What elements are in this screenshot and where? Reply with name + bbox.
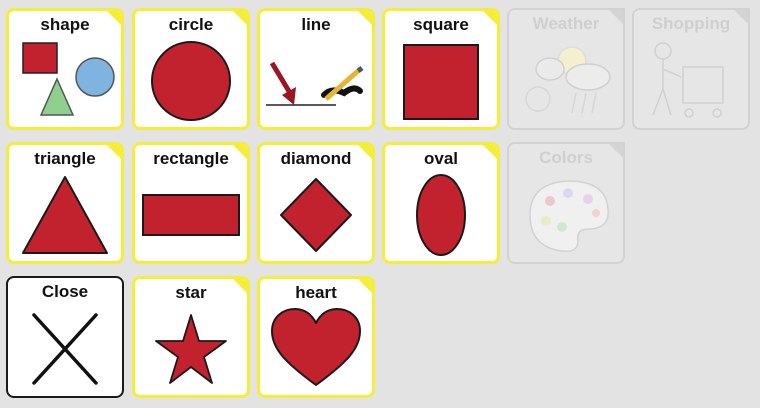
tile-diamond[interactable]: diamond bbox=[257, 142, 375, 264]
diamond-icon bbox=[260, 171, 372, 257]
tile-shape[interactable]: shape bbox=[6, 8, 124, 130]
heart-icon bbox=[260, 305, 372, 391]
folder-colors[interactable]: Colors bbox=[507, 142, 625, 264]
tile-label: diamond bbox=[280, 149, 352, 168]
tile-oval[interactable]: oval bbox=[382, 142, 500, 264]
shopping-cart-icon bbox=[634, 36, 748, 124]
tile-triangle[interactable]: triangle bbox=[6, 142, 124, 264]
oval-icon bbox=[385, 171, 497, 257]
tile-label: Weather bbox=[532, 14, 600, 33]
circle-icon bbox=[135, 37, 247, 123]
tile-heart[interactable]: heart bbox=[257, 276, 375, 398]
close-icon bbox=[8, 304, 122, 392]
weather-icon bbox=[509, 36, 623, 124]
tile-label: rectangle bbox=[153, 149, 229, 168]
tile-label: triangle bbox=[34, 149, 96, 168]
tile-label: star bbox=[175, 283, 207, 302]
tile-label: square bbox=[413, 15, 469, 34]
tile-rectangle[interactable]: rectangle bbox=[132, 142, 250, 264]
paint-palette-icon bbox=[509, 170, 623, 258]
tile-label: shape bbox=[40, 15, 90, 34]
folder-shopping[interactable]: Shopping bbox=[632, 8, 750, 130]
tile-label: line bbox=[301, 15, 331, 34]
star-icon bbox=[135, 305, 247, 391]
tile-label: oval bbox=[423, 149, 459, 168]
close-button[interactable]: Close bbox=[6, 276, 124, 398]
tile-label: Shopping bbox=[651, 14, 731, 33]
tile-label: heart bbox=[295, 283, 337, 302]
tile-square[interactable]: square bbox=[382, 8, 500, 130]
tile-label: circle bbox=[168, 15, 214, 34]
folder-weather[interactable]: Weather bbox=[507, 8, 625, 130]
shapes-icon bbox=[9, 37, 121, 123]
tile-star[interactable]: star bbox=[132, 276, 250, 398]
tile-label: Close bbox=[41, 282, 89, 301]
square-icon bbox=[385, 37, 497, 123]
tile-label: Colors bbox=[539, 148, 593, 167]
line-drawing-icon bbox=[260, 37, 372, 123]
rectangle-icon bbox=[135, 171, 247, 257]
tile-line[interactable]: line bbox=[257, 8, 375, 130]
triangle-icon bbox=[9, 171, 121, 257]
tile-circle[interactable]: circle bbox=[132, 8, 250, 130]
